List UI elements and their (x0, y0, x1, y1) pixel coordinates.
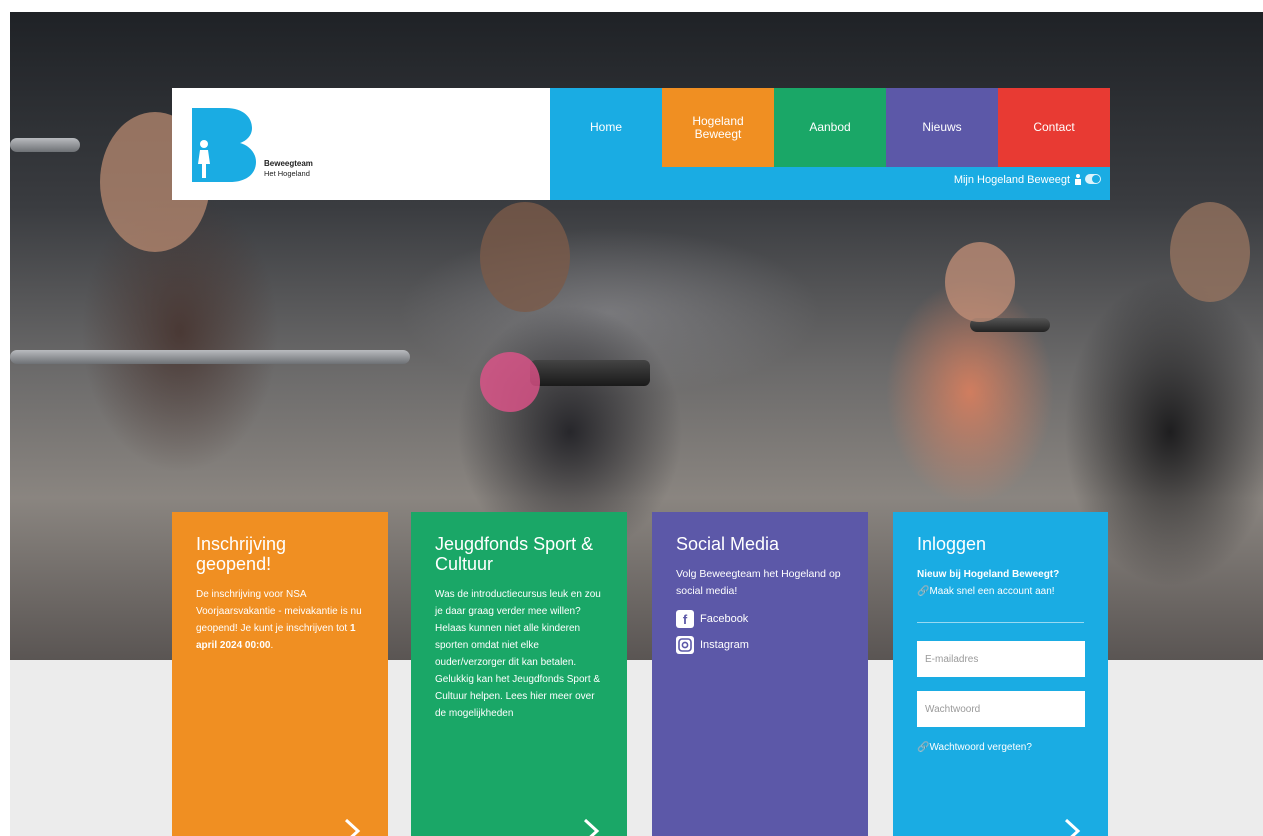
nav-nieuws[interactable]: Nieuws (886, 88, 998, 167)
card-jeugdfonds-text: Was de introductiecursus leuk en zou je … (435, 589, 601, 719)
email-field[interactable] (917, 641, 1085, 677)
brand-name: Beweegteam (264, 159, 313, 168)
new-user-label: Nieuw bij Hogeland Beweegt? (917, 569, 1060, 580)
chevron-right-icon[interactable] (1060, 818, 1086, 836)
link-icon: 🔗 (917, 586, 930, 597)
forgot-password-link[interactable]: 🔗Wachtwoord vergeten? (917, 739, 1084, 756)
card-social-text: Volg Beweegteam het Hogeland op social m… (676, 568, 841, 597)
chevron-right-icon[interactable] (579, 818, 605, 836)
chevron-right-icon[interactable] (340, 818, 366, 836)
instagram-link[interactable]: Instagram (676, 636, 844, 654)
password-field[interactable] (917, 691, 1085, 727)
card-jeugdfonds[interactable]: Jeugdfonds Sport & Cultuur Was de introd… (411, 512, 627, 836)
card-social-title: Social Media (676, 534, 780, 554)
card-login: Inloggen Nieuw bij Hogeland Beweegt? 🔗Ma… (893, 512, 1108, 836)
mijn-hogeland-beweegt-link[interactable]: Mijn Hogeland Beweegt (954, 174, 1070, 186)
card-social-media: Social Media Volg Beweegteam het Hogelan… (652, 512, 868, 836)
card-inschrijving-text: De inschrijving voor NSA Voorjaarsvakant… (196, 589, 362, 651)
brand-subname: Het Hogeland (264, 169, 310, 178)
instagram-label: Instagram (700, 639, 749, 651)
logo-b-icon[interactable] (186, 102, 258, 184)
card-inschrijving[interactable]: Inschrijving geopend! De inschrijving vo… (172, 512, 388, 836)
barbell-center (10, 350, 410, 364)
barbell-left (10, 138, 80, 152)
nav-aanbod[interactable]: Aanbod (774, 88, 886, 167)
person-right-head (1170, 202, 1250, 302)
instagram-icon (676, 636, 694, 654)
nav-hogeland-beweegt[interactable]: Hogeland Beweegt (662, 88, 774, 167)
facebook-icon: f (676, 610, 694, 628)
link-icon: 🔗 (917, 742, 930, 753)
accessibility-toggle-icon[interactable] (1072, 172, 1102, 186)
facebook-label: Facebook (700, 613, 749, 625)
header-logo-area: Beweegteam Het Hogeland (172, 88, 550, 200)
nav-home[interactable]: Home (550, 88, 662, 167)
card-inschrijving-title: Inschrijving geopend! (196, 534, 287, 574)
facebook-link[interactable]: f Facebook (676, 610, 844, 628)
person-orange-head (945, 242, 1015, 322)
glove-pink (480, 352, 540, 412)
nav-contact[interactable]: Contact (998, 88, 1110, 167)
card-jeugdfonds-title: Jeugdfonds Sport & Cultuur (435, 534, 594, 574)
page-frame: Beweegteam Het Hogeland Home Hogeland Be… (10, 12, 1263, 836)
login-divider (917, 622, 1084, 623)
main-navigation: Home Hogeland Beweegt Aanbod Nieuws Cont… (550, 88, 1110, 200)
weight-plate-center (530, 360, 650, 386)
card-login-title: Inloggen (917, 534, 987, 554)
create-account-link[interactable]: 🔗Maak snel een account aan! (917, 583, 1084, 600)
person-center-head (480, 202, 570, 312)
